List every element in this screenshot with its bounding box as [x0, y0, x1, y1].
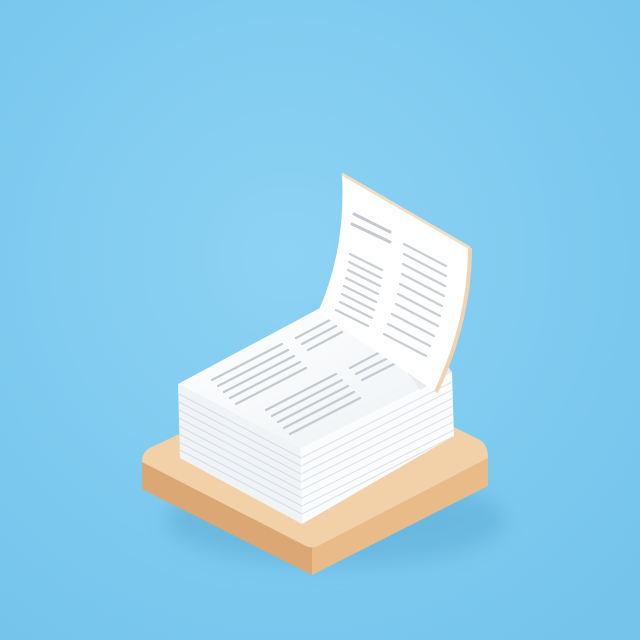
paper-stack-illustration — [0, 0, 640, 640]
illustration-scene — [0, 0, 640, 640]
